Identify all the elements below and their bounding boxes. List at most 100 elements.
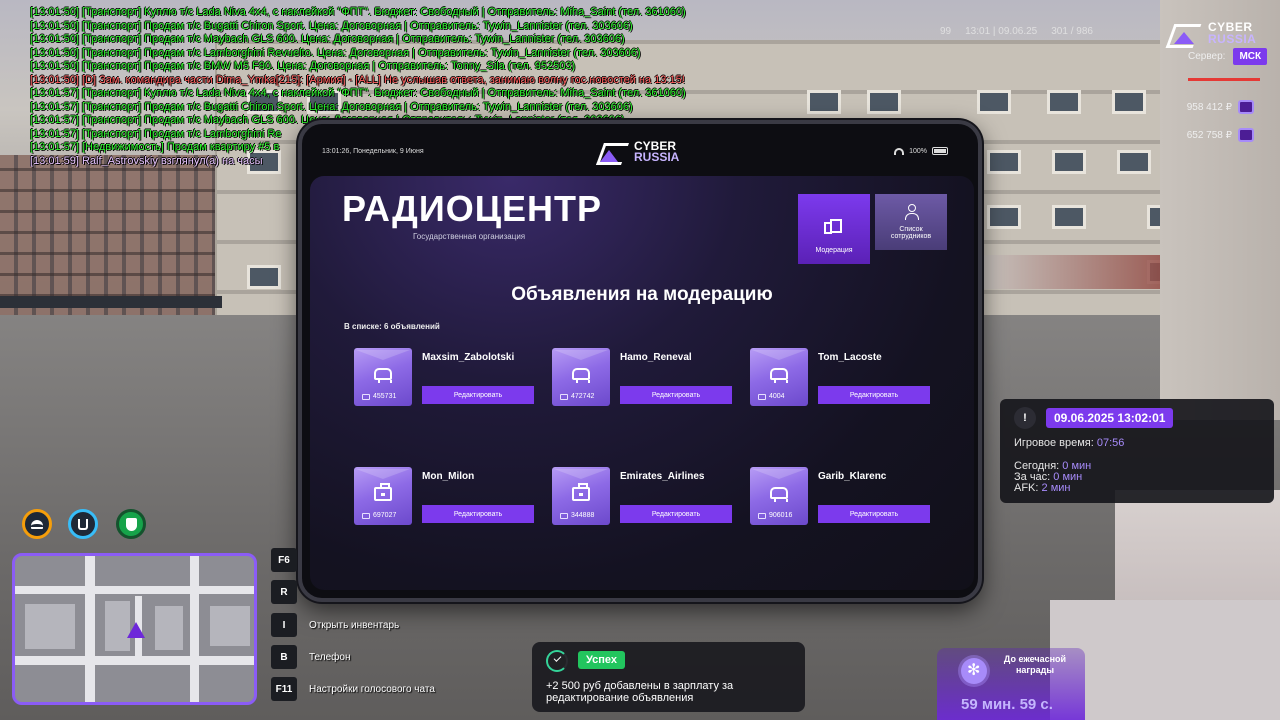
hud-stats: 99 13:01 | 09.06.25 301 / 986 [940,26,1155,42]
org-title: РАДИОЦЕНТР [342,188,603,229]
hourly-reward: До ежечасной награды 59 мин. 59 с. [937,648,1085,720]
chat-line: [13:01:50] [Транспорт] Продам т/с BMW M5… [30,60,576,72]
edit-ad-button[interactable]: Редактировать [818,386,930,404]
ad-author-name: Hamo_Reneval [620,352,692,363]
staff-list-button[interactable]: Список сотрудников [875,194,947,250]
key-hint: B Телефон [271,645,350,669]
ad-thumbnail: 697027 [354,467,412,525]
key-action-label: Открыть инвентарь [309,619,400,631]
chat-line: [13:01:50] [Транспорт] Продам т/с Maybac… [30,33,625,45]
hunger-indicator [22,509,52,539]
logo-icon [1168,20,1202,46]
online-value: 301 / 986 [1051,26,1093,37]
wallet-icon [1238,100,1254,114]
edit-ad-button[interactable]: Редактировать [422,505,534,523]
ping-value: 99 [940,26,952,37]
org-subtitle: Государственная организация [413,232,526,241]
staff-list-label: Список сотрудников [890,226,932,240]
key-hint: F11 Настройки голосового чата [271,677,435,701]
key-cap: F6 [271,548,297,572]
notification-text: +2 500 руб добавлены в зарплату за редак… [546,680,734,704]
ad-id: 344888 [560,512,594,519]
time-info-panel: ! 09.06.2025 13:02:01 Игровое время: 07:… [1000,399,1274,503]
player-marker-icon [127,622,145,638]
key-hint: R [271,580,309,604]
car-icon [770,368,788,383]
helicopter [982,255,1182,289]
key-cap: F11 [271,677,297,701]
ad-card: 455731 Maxsim_Zabolotski Редактировать [354,348,540,408]
car-icon [572,368,590,383]
edit-ad-button[interactable]: Редактировать [620,386,732,404]
id-card-icon [758,512,766,519]
reward-timer: 59 мин. 59 с. [961,696,1053,713]
key-action-label: Телефон [309,651,351,663]
bank-row: 652 758 ₽ [1150,128,1254,142]
server-badge: МСК [1233,48,1268,65]
tablet-logo: CYBER RUSSIA [596,140,679,164]
edit-ad-button[interactable]: Редактировать [818,505,930,523]
tablet-screen: РАДИОЦЕНТР Государственная организация М… [310,176,974,590]
tablet-logo-line2: RUSSIA [634,150,680,164]
ad-author-name: Tom_Lacoste [818,352,882,363]
briefcase-icon [572,483,590,501]
cash-value: 958 412 ₽ [1186,101,1232,113]
success-badge: Успех [578,651,626,669]
thirst-indicator [68,509,98,539]
key-cap: R [271,580,297,604]
section-title: Объявления на модерацию [511,284,773,305]
ad-author-name: Emirates_Airlines [620,471,705,482]
chat-line: [13:01:50] [D] Зам. командира части Dima… [30,73,685,86]
snowflake-icon [961,658,987,684]
ad-card: 344888 Emirates_Airlines Редактировать [552,467,738,527]
chat-line: [13:01:57] [Транспорт] Куплю т/с Lada Ni… [30,87,686,99]
person-icon [905,204,919,220]
logo-line2: RUSSIA [1208,32,1257,46]
food-icon [31,519,43,529]
moderation-button[interactable]: Модерация [798,194,870,264]
briefcase-icon [374,483,392,501]
battery-icon [932,147,948,155]
chat-line: [13:01:57] [Транспорт] Продам т/с Bugatt… [30,100,633,113]
ad-thumbnail: 472742 [552,348,610,406]
tablet-logo-icon [596,140,630,164]
afk-row: AFK: 2 мин [1014,482,1071,494]
brand-logo: CYBER RUSSIA [1168,18,1268,48]
edit-ad-button[interactable]: Редактировать [422,386,534,404]
ad-thumbnail: 455731 [354,348,412,406]
shield-icon [125,517,137,531]
clock-value: 13:01 | 09.06.25 [965,26,1038,37]
health-bar [1188,78,1260,81]
ad-id: 472742 [560,393,594,400]
key-cap: B [271,645,297,669]
cash-row: 958 412 ₽ [1150,100,1254,114]
bank-value: 652 758 ₽ [1186,129,1232,141]
success-notification: Успех +2 500 руб добавлены в зарплату за… [532,642,805,712]
ad-card: 472742 Hamo_Reneval Редактировать [552,348,738,408]
ad-thumbnail: 344888 [552,467,610,525]
ad-author-name: Garib_Klarenc [818,471,887,482]
tablet: 13:01:26, Понедельник, 9 Июня CYBER RUSS… [298,120,982,602]
moderation-label: Модерация [815,247,853,254]
datetime-badge: 09.06.2025 13:02:01 [1046,408,1174,428]
wifi-icon [894,147,905,155]
ad-card: 4004 Tom_Lacoste Редактировать [750,348,936,408]
ad-id: 455731 [362,393,396,400]
fence [0,296,222,308]
armor-indicator [116,509,146,539]
ad-count: В списке: 6 объявлений [344,322,440,331]
edit-ad-button[interactable]: Редактировать [620,505,732,523]
ad-thumbnail: 906016 [750,467,808,525]
key-action-label: Настройки голосового чата [309,683,435,695]
alert-icon: ! [1014,407,1036,429]
megaphone-icon [824,219,844,234]
id-card-icon [362,512,370,519]
chat-line: [13:01:50] [Транспорт] Продам т/с Bugatt… [30,19,633,32]
ad-id: 697027 [362,512,396,519]
battery-percent: 100% [909,147,927,155]
ad-id: 906016 [758,512,792,519]
server-indicator: Сервер: МСК [1188,48,1268,65]
ad-author-name: Maxsim_Zabolotski [422,352,515,363]
tablet-status-time: 13:01:26, Понедельник, 9 Июня [322,148,424,155]
minimap[interactable] [12,553,257,705]
